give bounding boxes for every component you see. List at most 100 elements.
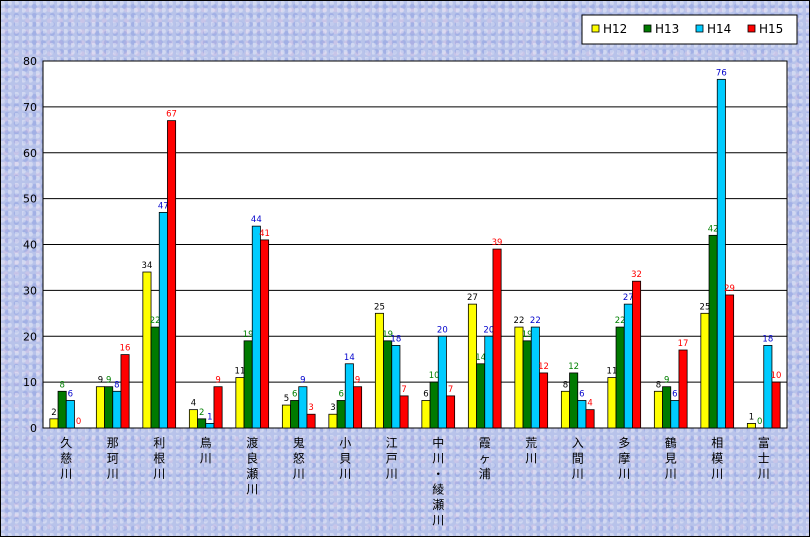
bar-h15 [306,413,316,429]
bar-h12 [235,377,245,429]
category-label-char: 川 [386,467,398,481]
category-label-char: 荒 [525,436,537,450]
category-label-char: 川 [60,467,72,481]
y-tick-label: 50 [23,193,37,206]
bar-h14 [298,386,308,429]
bar-h12 [281,404,291,429]
category-label-char: 見 [665,452,677,466]
bar-h13 [383,340,393,429]
category-label-char: 久 [60,436,72,450]
category-label-char: 根 [153,452,165,466]
data-label: 29 [724,284,735,294]
category-label-char: 川 [665,467,677,481]
data-label: 8 [114,380,119,390]
y-tick-label: 10 [23,376,37,389]
category-label-char: 川 [246,483,258,497]
bar-h13 [522,340,532,429]
data-label: 3 [330,403,335,413]
bar-h13 [150,326,160,429]
bar-h13 [197,418,207,429]
category-label-char: 小 [339,436,351,450]
data-label: 7 [401,385,406,395]
data-label: 22 [514,316,525,326]
bar-h12 [49,418,59,429]
data-label: 4 [587,399,592,409]
bar-chart: 010203040506070802860久慈川9 9 816那珂川34224767… [23,14,798,528]
bar-h14 [65,400,75,429]
bar-h14 [158,211,168,429]
bar-h12 [653,390,663,429]
data-label: 0 [757,417,762,427]
bar-h14 [670,400,680,429]
bar-h13 [290,400,300,429]
bar-h14 [530,326,540,429]
data-label: 9 [98,376,103,386]
data-label: 6 [292,389,297,399]
category-label-char: 摩 [618,451,630,466]
data-label: 67 [166,110,177,120]
category-label-char: 川 [432,452,444,466]
legend-swatch-h15 [747,24,756,33]
data-label: 9 [215,376,220,386]
category-label-char: 綾 [432,482,444,497]
bar-h14 [391,345,401,429]
bar-h13 [615,326,625,429]
category-label-char: 鳥 [200,435,212,450]
bar-h15 [167,120,177,429]
data-label: 7 [448,385,453,395]
data-label: 9 [355,376,360,386]
data-label: 2 [199,408,204,418]
category-label-char: 良 [246,451,258,466]
category-label-char: 瀬 [432,498,444,512]
category-label-char: 入 [572,436,584,450]
bar-h15 [678,349,688,429]
bar-h15 [585,409,595,429]
data-label: 12 [568,362,579,372]
data-label: 14 [344,353,355,363]
category-label-char: 川 [107,467,119,481]
bar-h15 [120,354,130,429]
data-label: 76 [716,68,727,78]
category-label-char: 瀬 [246,467,258,481]
category-label-char: 中 [432,435,444,450]
data-label: 1 [749,412,754,422]
category-label-char: 渡 [246,435,258,450]
bar-h13 [708,234,718,429]
y-tick-label: 0 [30,422,37,435]
category-label-char: 怒 [293,451,305,466]
bar-h15 [446,395,456,429]
category-label-char: 那 [107,436,119,450]
bar-h12 [95,386,105,429]
bar-h15 [260,239,270,429]
bar-h15 [492,248,502,429]
bar-h13 [57,390,67,429]
data-label: 3 [308,403,313,413]
data-label: 22 [530,316,541,326]
bar-h12 [188,409,198,429]
data-label: 6 [338,389,343,399]
category-label-char: 戸 [386,452,398,466]
category-label-char: 川 [525,452,537,466]
bar-h12 [700,312,710,429]
data-label: 0 [76,417,81,427]
data-label: 27 [467,293,478,303]
data-label: 9 [106,376,111,386]
category-label-char: 川 [293,467,305,481]
legend-label: H15 [759,22,783,36]
bar-h14 [484,335,494,429]
category-label-char: 江 [386,436,398,450]
category-label-char: 川 [432,514,444,528]
category-label-char: 川 [618,467,630,481]
y-tick-label: 80 [23,55,37,68]
legend-label: H13 [655,22,679,36]
bar-h15 [632,280,642,429]
data-label: 8 [656,380,661,390]
bar-h13 [662,386,672,429]
data-label: 25 [374,302,385,312]
data-label: 39 [492,238,503,248]
category-label-char: 鶴 [665,435,677,450]
data-label: 6 [672,389,677,399]
data-label: 8 [59,380,64,390]
data-label: 6 [579,389,584,399]
data-label: 20 [437,325,448,335]
